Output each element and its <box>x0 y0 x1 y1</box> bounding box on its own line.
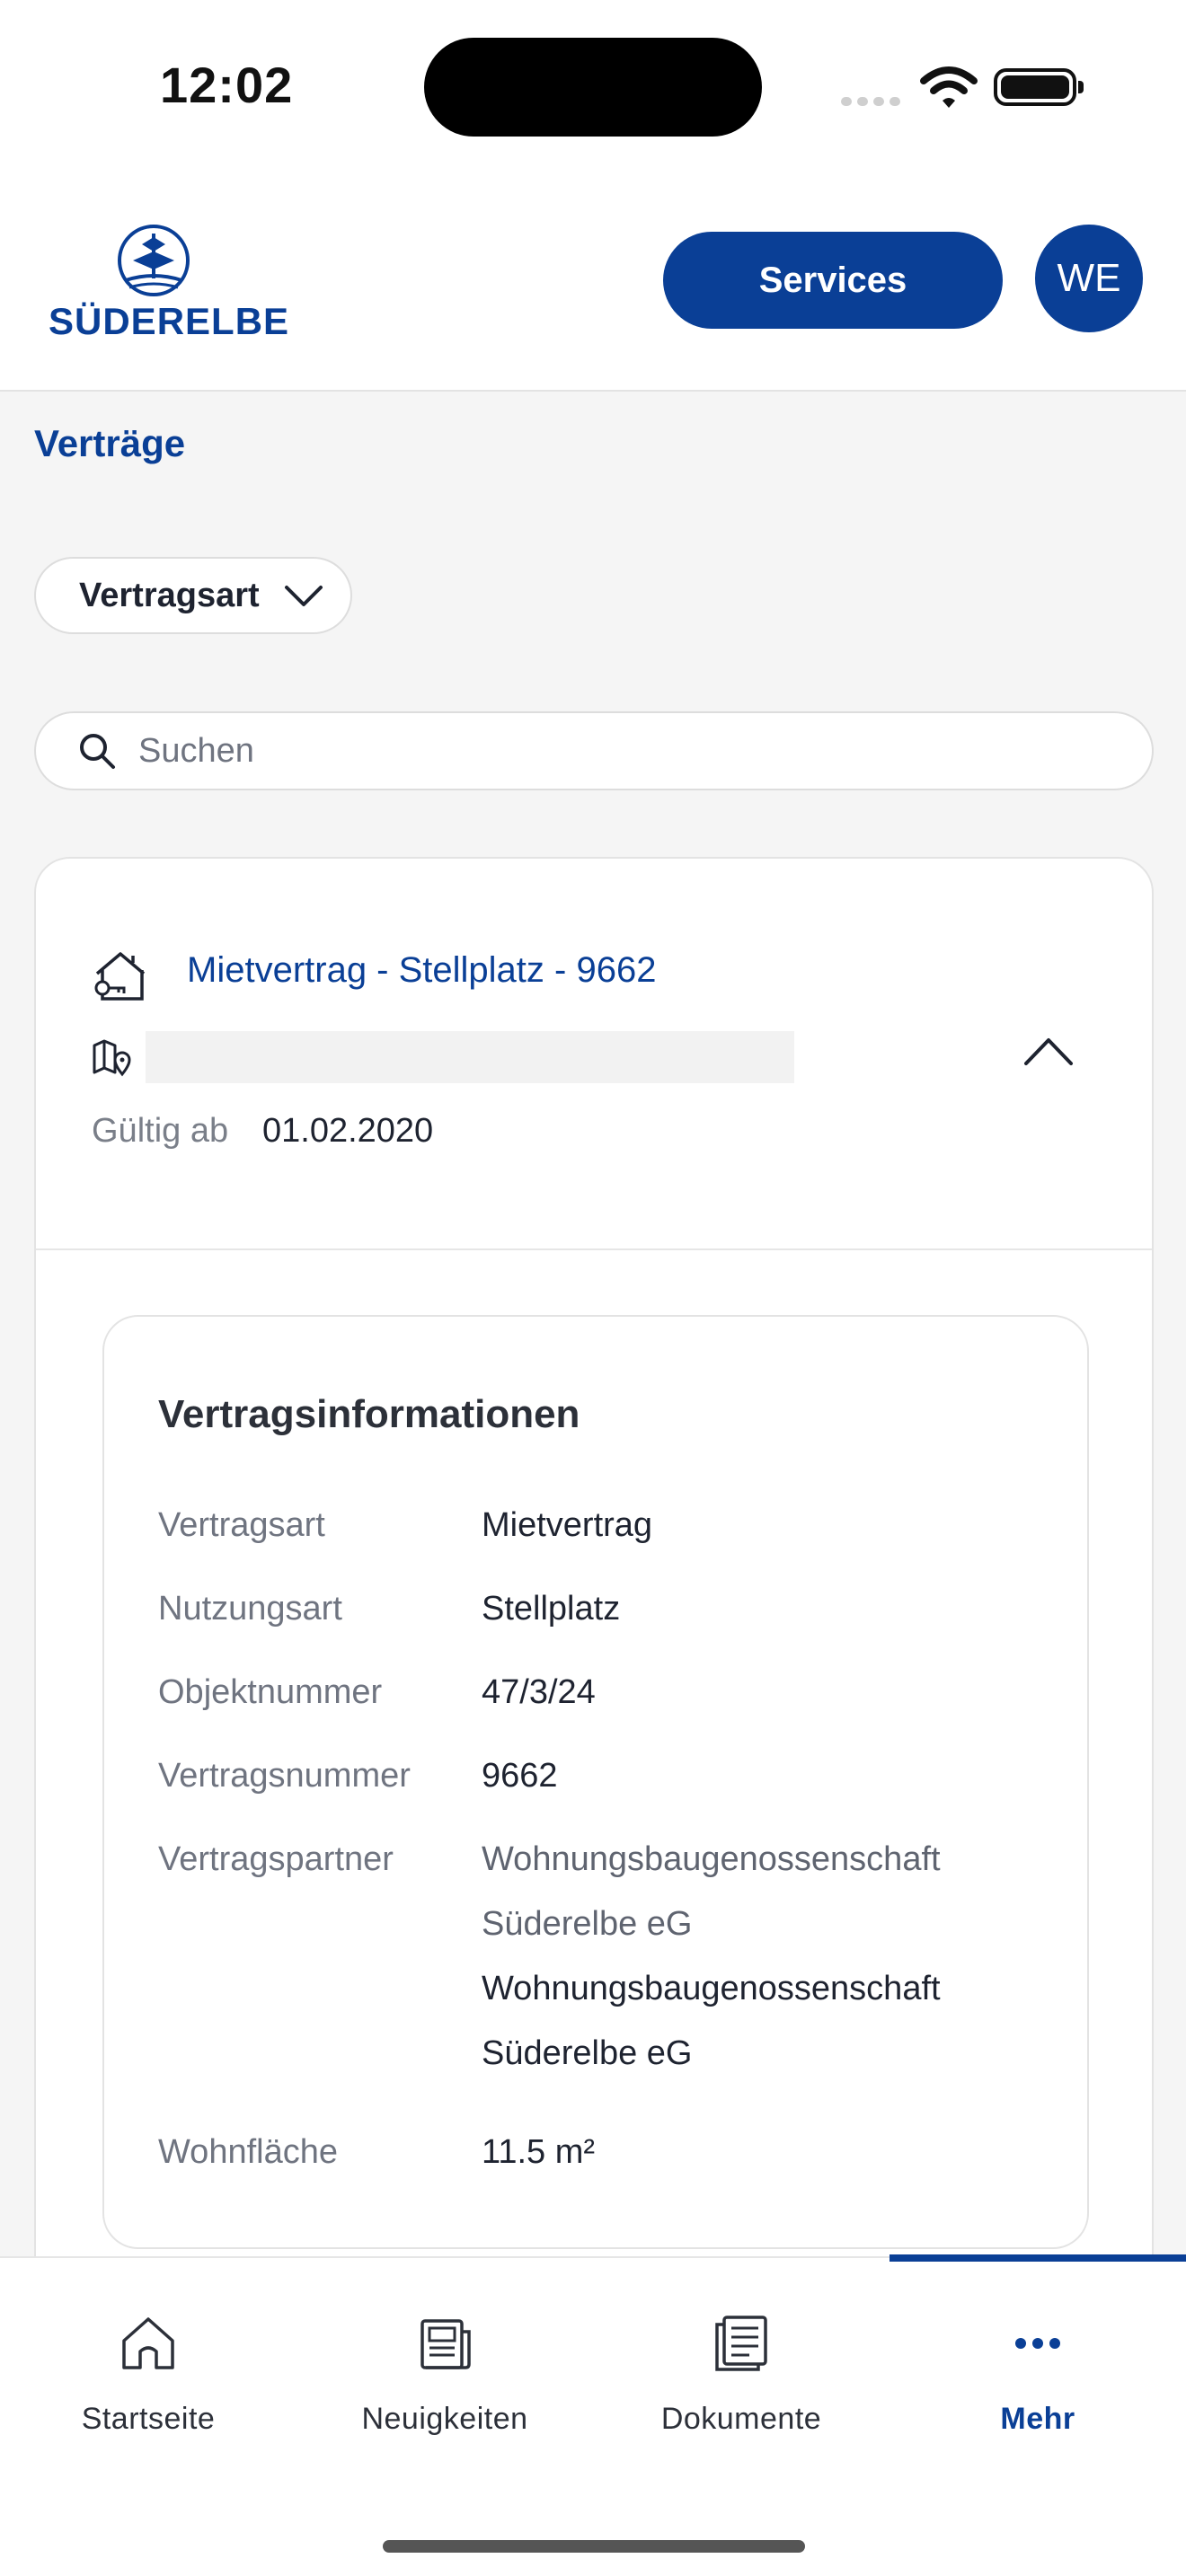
info-value: Mietvertrag <box>482 1506 653 1544</box>
contract-type-filter[interactable]: Vertragsart <box>34 557 352 634</box>
contract-card: Mietvertrag - Stellplatz - 9662 Gültig a… <box>34 857 1154 2294</box>
dynamic-island <box>424 38 762 137</box>
status-time: 12:02 <box>160 57 294 113</box>
logo-emblem-icon <box>118 225 190 296</box>
info-label: Vertragspartner <box>158 1840 394 1878</box>
filter-label: Vertragsart <box>79 576 260 614</box>
info-row: Vertragspartner Wohnungsbaugenossenschaf… <box>158 1827 1057 2086</box>
info-label: Wohnfläche <box>158 2133 338 2171</box>
valid-from-value: 01.02.2020 <box>262 1112 434 1150</box>
chevron-up-icon[interactable] <box>1022 1033 1075 1069</box>
nav-item-dokumente[interactable]: Dokumente <box>593 2312 890 2483</box>
nav-label: Dokumente <box>660 2402 822 2436</box>
brand-logo[interactable]: SÜDERELBE <box>49 225 290 342</box>
search-icon <box>80 734 115 769</box>
status-bar: 12:02 <box>0 0 1186 171</box>
info-label: Objektnummer <box>158 1673 383 1711</box>
partner-line: Süderelbe eG <box>482 2034 693 2072</box>
search-input[interactable] <box>138 731 1109 771</box>
contract-card-header[interactable]: Mietvertrag - Stellplatz - 9662 Gültig a… <box>36 859 1152 1250</box>
page-title: Verträge <box>34 422 186 464</box>
home-icon <box>122 2317 174 2369</box>
partner-line: Süderelbe eG <box>482 1905 693 1943</box>
app-header: SÜDERELBE Services WE <box>0 171 1186 392</box>
avatar[interactable]: WE <box>1035 225 1143 332</box>
news-icon <box>420 2319 471 2369</box>
map-pin-icon <box>93 1039 131 1077</box>
nav-label: Mehr <box>1000 2402 1075 2436</box>
info-label: Vertragsart <box>158 1506 325 1544</box>
nav-label: Startseite <box>81 2402 216 2436</box>
home-indicator <box>383 2540 805 2553</box>
address-placeholder <box>146 1031 794 1083</box>
info-label: Vertragsnummer <box>158 1757 411 1795</box>
nav-item-startseite[interactable]: Startseite <box>0 2312 296 2483</box>
active-tab-indicator <box>890 2254 1186 2262</box>
info-value-multiline: Wohnungsbaugenossenschaft Süderelbe eG W… <box>482 1827 941 2086</box>
nav-item-mehr[interactable]: Mehr <box>890 2312 1186 2483</box>
chevron-down-icon <box>285 586 323 606</box>
cellular-signal-icon <box>841 94 906 110</box>
contract-info-title: Vertragsinformationen <box>158 1392 580 1436</box>
contract-title[interactable]: Mietvertrag - Stellplatz - 9662 <box>187 950 656 991</box>
info-value: 9662 <box>482 1757 558 1795</box>
partner-line: Wohnungsbaugenossenschaft <box>482 1970 941 2007</box>
contract-info-box: Vertragsinformationen Vertragsart Mietve… <box>102 1315 1089 2249</box>
nav-label: Neuigkeiten <box>361 2402 528 2436</box>
valid-from-label: Gültig ab <box>92 1112 229 1150</box>
partner-line: Wohnungsbaugenossenschaft <box>482 1840 941 1878</box>
info-value: 11.5 m² <box>482 2133 596 2171</box>
search-bar[interactable] <box>34 711 1154 790</box>
bottom-nav: Startseite Neuigkeiten Dokumente Mehr <box>0 2254 1186 2576</box>
services-button[interactable]: Services <box>663 232 1003 329</box>
battery-icon <box>994 68 1084 106</box>
more-icon <box>1015 2338 1060 2349</box>
info-label: Nutzungsart <box>158 1590 342 1628</box>
info-value: Stellplatz <box>482 1590 621 1628</box>
wifi-icon <box>920 66 978 108</box>
document-icon <box>715 2316 767 2371</box>
logo-text: SÜDERELBE <box>49 300 290 342</box>
nav-item-neuigkeiten[interactable]: Neuigkeiten <box>296 2312 593 2483</box>
info-value: 47/3/24 <box>482 1673 596 1711</box>
house-key-icon <box>94 952 146 1001</box>
